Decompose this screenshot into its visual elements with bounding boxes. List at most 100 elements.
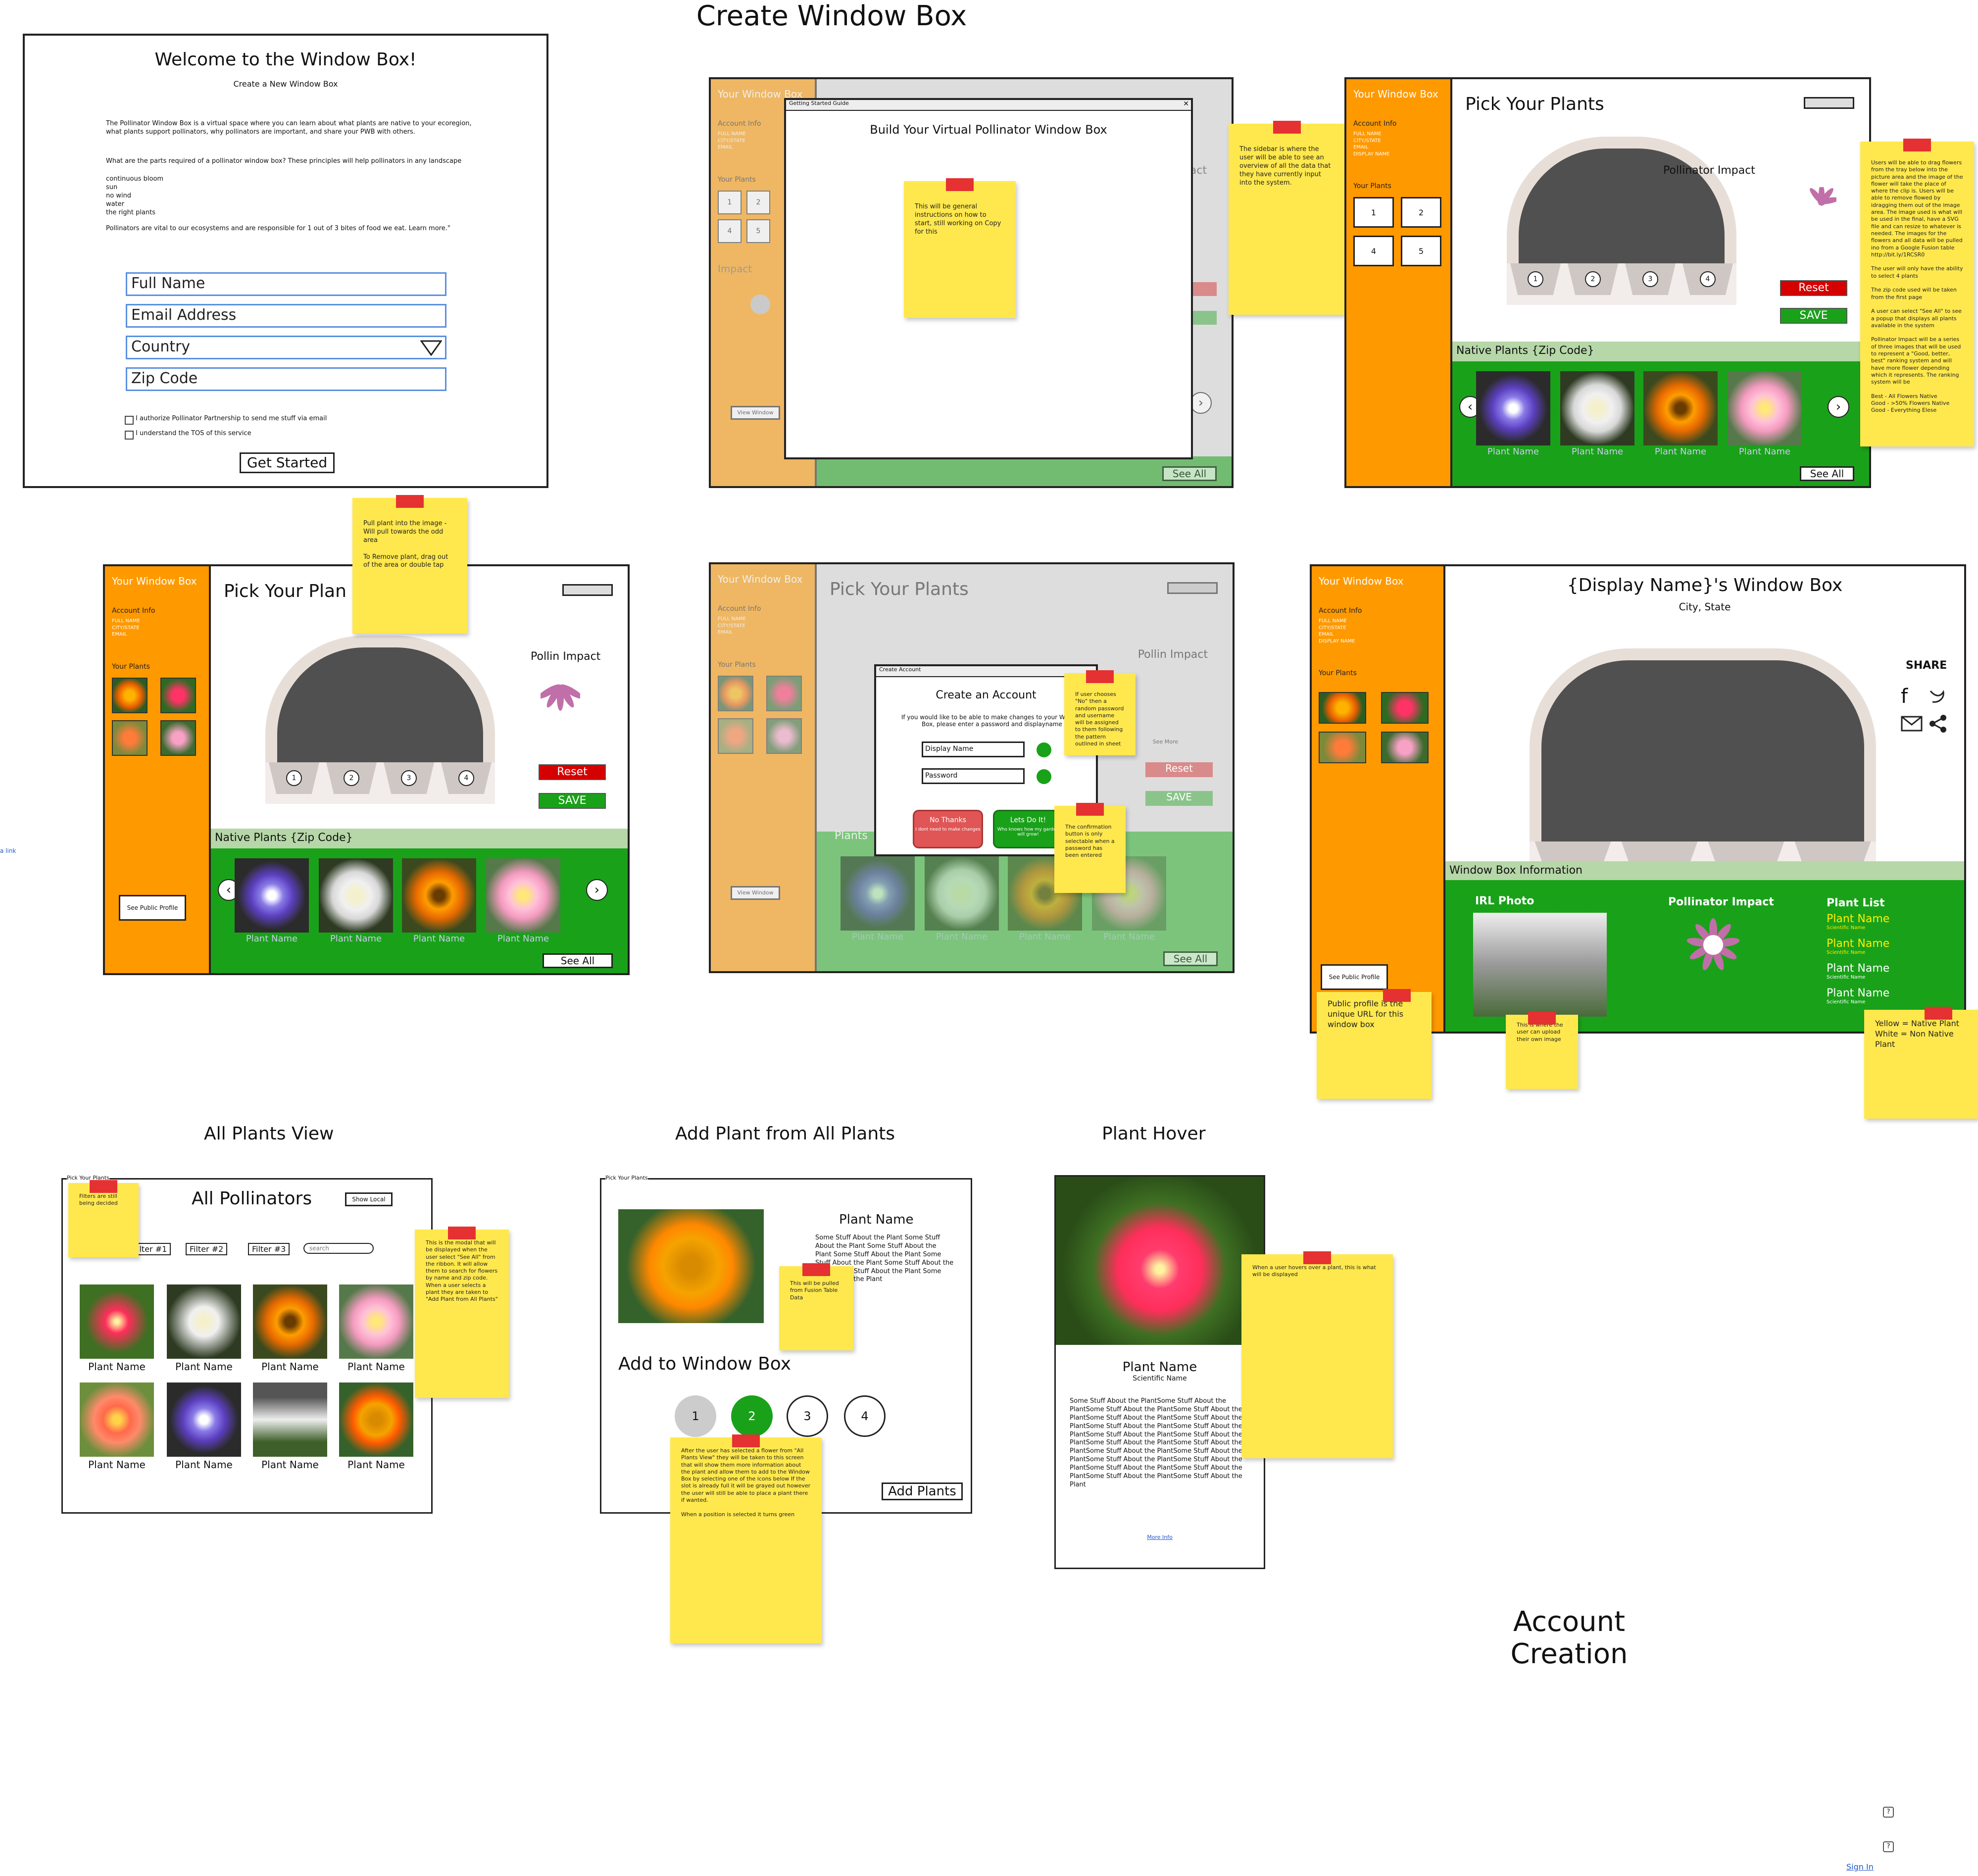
plant-slot[interactable]: 2 <box>1401 197 1441 228</box>
window-box-image[interactable]: 1 2 3 4 <box>1507 137 1736 305</box>
see-public-profile-button[interactable]: See Public Profile <box>1321 964 1388 990</box>
plant-slot[interactable] <box>718 675 753 711</box>
plant-slot[interactable] <box>766 675 802 711</box>
see-all-button[interactable]: See All <box>1800 466 1854 481</box>
slot-1-button[interactable]: 1 <box>675 1395 716 1437</box>
reset-button[interactable]: Reset <box>539 764 606 780</box>
share-icon[interactable] <box>1929 714 1948 734</box>
password-field[interactable]: Password <box>922 768 1025 784</box>
plant-slot[interactable] <box>1319 692 1366 724</box>
see-all-button[interactable]: See All <box>1163 951 1218 966</box>
reset-button[interactable]: Reset <box>1780 280 1847 296</box>
right-arrow-icon[interactable]: › <box>586 879 608 901</box>
email-consent-checkbox[interactable] <box>125 416 134 425</box>
reset-button[interactable]: Reset <box>1145 762 1213 777</box>
plant-thumbnail[interactable] <box>1476 371 1550 445</box>
plant-thumbnail[interactable] <box>486 858 560 933</box>
zip-code-field[interactable]: Zip Code <box>126 367 446 391</box>
plant-thumbnail[interactable] <box>80 1284 154 1359</box>
full-name-field[interactable]: Full Name <box>126 272 446 296</box>
plant-slot[interactable] <box>1319 732 1366 763</box>
email-icon[interactable] <box>1901 716 1923 732</box>
plant-slot[interactable] <box>1381 732 1429 763</box>
plant-slot[interactable] <box>112 677 148 713</box>
help-icon[interactable]: ? <box>1883 1841 1894 1852</box>
plant-slot[interactable]: 4 <box>1353 236 1394 266</box>
twitter-icon[interactable] <box>1929 687 1946 705</box>
right-arrow-icon[interactable]: › <box>1828 396 1849 418</box>
plant-thumbnail[interactable] <box>253 1382 327 1457</box>
plant-slot[interactable] <box>766 718 802 754</box>
window-box-image[interactable]: 1 2 3 4 <box>265 636 495 804</box>
help-icon[interactable]: ? <box>1883 1807 1894 1818</box>
more-info-link[interactable]: More Info <box>1056 1534 1264 1540</box>
plant-thumbnail[interactable] <box>167 1382 241 1457</box>
plant-slot[interactable]: 2 <box>746 190 770 214</box>
lets-do-it-button[interactable]: Lets Do It! Who knows how my garden will… <box>993 810 1063 848</box>
slot-3-button[interactable]: 3 <box>787 1395 828 1437</box>
plant-slot[interactable] <box>718 718 753 754</box>
plant-slot[interactable] <box>1381 692 1429 724</box>
tos-checkbox[interactable] <box>125 431 134 440</box>
plant-slot[interactable] <box>112 720 148 756</box>
view-window-button[interactable]: View Window <box>731 406 780 420</box>
plant-slot[interactable] <box>160 677 196 713</box>
display-name-field[interactable]: Display Name <box>922 741 1025 757</box>
save-button[interactable]: SAVE <box>539 793 606 809</box>
save-button[interactable]: SAVE <box>1145 791 1213 806</box>
close-icon[interactable]: ✕ <box>1183 100 1189 108</box>
list-item[interactable]: Plant Name Scientific Name <box>1827 987 1889 1005</box>
see-all-button[interactable]: See All <box>543 953 613 968</box>
plant-slot[interactable]: 5 <box>1401 236 1441 266</box>
no-thanks-button[interactable]: No Thanks I dont need to make changes <box>913 810 983 848</box>
plant-thumbnail[interactable] <box>235 858 309 933</box>
list-item[interactable]: Plant Name Scientific Name <box>1827 913 1889 931</box>
see-more-link[interactable]: See More <box>1153 739 1178 745</box>
page-title: Pick Your Plan <box>224 581 346 601</box>
profile-frame: Your Window Box Account Info FULL NAME C… <box>1310 564 1966 1034</box>
see-all-button[interactable]: See All <box>1162 466 1217 481</box>
plant-thumbnail[interactable] <box>1728 371 1802 445</box>
plant-thumbnail[interactable] <box>339 1382 413 1457</box>
save-button[interactable]: SAVE <box>1780 308 1847 324</box>
plant-thumbnail[interactable] <box>925 856 999 931</box>
plant-thumbnail[interactable] <box>339 1284 413 1359</box>
get-started-button[interactable]: Get Started <box>240 452 335 473</box>
filter-2-select[interactable]: Filter #2 <box>186 1243 228 1255</box>
email-field[interactable]: Email Address <box>126 304 446 328</box>
field-display-name: DISPLAY NAME <box>1353 151 1390 157</box>
right-arrow-icon[interactable]: › <box>1190 392 1212 414</box>
country-select[interactable]: Country <box>126 336 446 359</box>
link-text[interactable]: a link <box>0 847 16 854</box>
slot-2-button[interactable]: 2 <box>731 1395 773 1437</box>
list-item[interactable]: Plant Name Scientific Name <box>1827 938 1889 955</box>
plant-slot[interactable]: 1 <box>718 190 742 214</box>
plant-thumbnail[interactable] <box>402 858 476 933</box>
list-item[interactable]: Plant Name Scientific Name <box>1827 962 1889 980</box>
plant-thumbnail[interactable] <box>1560 371 1634 445</box>
plant-name-label: Plant Name <box>261 1361 319 1373</box>
view-window-button[interactable]: View Window <box>731 886 780 900</box>
profile-location: City, State <box>1679 601 1731 613</box>
plant-slot[interactable]: 4 <box>718 219 742 243</box>
plant-thumbnail[interactable] <box>253 1284 327 1359</box>
facebook-icon[interactable]: f <box>1901 685 1908 708</box>
see-public-profile-button[interactable]: See Public Profile <box>119 895 186 921</box>
plant-thumbnail[interactable] <box>1643 371 1718 445</box>
plant-slot[interactable]: 5 <box>746 219 770 243</box>
add-plants-button[interactable]: Add Plants <box>882 1482 963 1500</box>
plant-thumbnail[interactable] <box>167 1284 241 1359</box>
plant-slot[interactable]: 1 <box>1353 197 1394 228</box>
plant-slot[interactable] <box>160 720 196 756</box>
plant-thumbnail[interactable] <box>841 856 915 931</box>
filter-3-select[interactable]: Filter #3 <box>248 1243 290 1255</box>
search-input[interactable]: search <box>303 1243 374 1254</box>
plant-name-label: Plant Name <box>330 934 382 944</box>
sticky-text: This will be pulled from Fusion Table Da… <box>790 1280 839 1301</box>
show-local-button[interactable]: Show Local <box>345 1192 393 1206</box>
irl-photo[interactable] <box>1473 913 1607 1017</box>
plant-thumbnail[interactable] <box>80 1382 154 1457</box>
slot-4-button[interactable]: 4 <box>844 1395 886 1437</box>
sign-in-link[interactable]: Sign In <box>1846 1862 1874 1872</box>
plant-thumbnail[interactable] <box>319 858 393 933</box>
